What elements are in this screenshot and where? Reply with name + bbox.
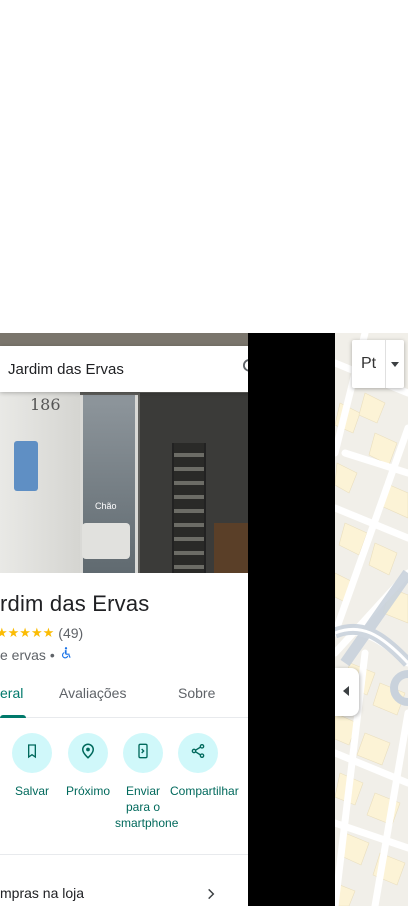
tab-about[interactable]: Sobre	[178, 685, 215, 701]
save-button[interactable]: Salvar	[4, 733, 60, 799]
place-tabs: eral Avaliações Sobre	[0, 673, 248, 718]
rating-stars: ★★★★★	[0, 625, 55, 640]
nearby-label: Próximo	[65, 784, 110, 798]
save-label: Salvar	[14, 784, 49, 798]
map-layer-selector[interactable]: Pt	[352, 340, 404, 388]
separator-dot: •	[49, 646, 55, 663]
chevron-right-icon	[204, 887, 218, 906]
search-input[interactable]: Jardim das Ervas	[0, 361, 228, 378]
active-tab-indicator	[0, 715, 26, 718]
share-button[interactable]: Compartilhar	[170, 733, 239, 799]
map-canvas[interactable]	[335, 333, 408, 906]
photo-house-number: 186	[30, 395, 61, 414]
loading-area	[248, 333, 335, 906]
send-to-phone-icon	[135, 743, 151, 764]
nearby-icon	[79, 742, 97, 765]
list-item-label: mpras na loja	[0, 885, 85, 901]
layer-label-button[interactable]: Pt	[352, 340, 386, 388]
viewport: 186 Chão rdim das Ervas ★★★★★ (49) e erv…	[0, 0, 408, 906]
category-row: e ervas •	[0, 646, 73, 663]
place-category[interactable]: e ervas	[0, 647, 46, 663]
tab-reviews[interactable]: Avaliações	[59, 685, 126, 701]
layer-dropdown[interactable]	[386, 340, 404, 388]
collapse-panel-button[interactable]	[335, 668, 359, 716]
rating-row[interactable]: ★★★★★ (49)	[0, 625, 83, 641]
rating-count[interactable]: (49)	[58, 625, 83, 641]
wheelchair-icon	[59, 646, 73, 663]
share-label: Compartilhar	[170, 784, 239, 798]
caret-down-icon	[391, 355, 399, 373]
list-item[interactable]: mpras na loja	[0, 873, 248, 903]
send-to-phone-button[interactable]: Enviar para o smartphone	[115, 733, 179, 831]
send-to-phone-label: Enviar para o smartphone	[115, 784, 179, 830]
section-divider	[0, 854, 248, 855]
nearby-button[interactable]: Próximo	[60, 733, 116, 799]
tab-overview[interactable]: eral	[0, 685, 23, 701]
caret-left-icon	[343, 683, 351, 701]
layer-label: Pt	[360, 355, 377, 372]
photo-door-sign: Chão	[95, 501, 117, 511]
share-icon	[190, 743, 206, 764]
action-buttons: Salvar Próximo Enviar para o smartphone	[0, 731, 248, 851]
place-title: rdim das Ervas	[0, 591, 150, 616]
place-panel: 186 Chão rdim das Ervas ★★★★★ (49) e erv…	[0, 333, 248, 906]
bookmark-icon	[24, 743, 40, 764]
